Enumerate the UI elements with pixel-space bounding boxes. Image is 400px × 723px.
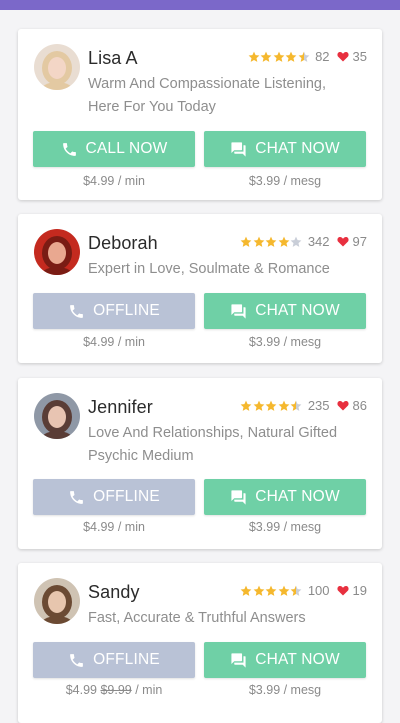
old-call-price: $9.99 <box>100 683 132 697</box>
offline-button[interactable]: OFFLINE <box>33 293 195 329</box>
call-price: $4.99 / min <box>83 335 145 349</box>
call-price: $4.99 <box>65 683 97 697</box>
chat-price-text: $3.99 / mesg <box>248 683 322 697</box>
tagline-line: Here For You Today <box>88 99 216 115</box>
chat-now-button[interactable]: CHAT NOW <box>204 642 366 678</box>
advisor-stats: 82 35 <box>248 49 367 64</box>
advisor-avatar[interactable] <box>34 229 80 275</box>
call-button-label: OFFLINE <box>93 302 160 319</box>
call-button-label: CALL NOW <box>85 140 168 157</box>
heart-icon <box>336 52 349 62</box>
review-count: 82 <box>315 49 330 64</box>
call-price-text: $4.99 $9.99 / min <box>33 683 195 697</box>
call-button-label: OFFLINE <box>93 488 160 505</box>
call-price-text: $4.99 / min <box>33 174 195 188</box>
phone-icon <box>68 489 93 506</box>
advisor-tagline: Love And Relationships, Natural Gifted P… <box>88 422 358 468</box>
likes-count: 19 <box>352 583 367 598</box>
advisor-tagline: Warm And Compassionate Listening, Here F… <box>88 73 358 119</box>
phone-icon <box>68 652 93 669</box>
chat-price-text: $3.99 / mesg <box>248 520 322 534</box>
tagline-line: Love And Relationships, Natural Gifted <box>88 425 338 441</box>
advisor-card[interactable]: Lisa A 82 35 Warm And Compassionate List… <box>18 29 382 200</box>
advisor-card[interactable]: Jennifer 235 86 Love And Relationships, … <box>18 378 382 549</box>
chat-button-label: CHAT NOW <box>255 651 340 668</box>
chat-icon <box>230 652 255 669</box>
chat-icon <box>230 303 255 320</box>
call-price-text: $4.99 / min <box>33 335 195 349</box>
heart-icon <box>336 401 349 411</box>
rating-stars-icon <box>248 51 311 63</box>
advisor-name[interactable]: Lisa A <box>88 48 138 69</box>
call-price-text: $4.99 / min <box>33 520 195 534</box>
chat-price-text: $3.99 / mesg <box>248 335 322 349</box>
advisor-card[interactable]: Deborah 342 97 Expert in Love, Soulmate … <box>18 214 382 363</box>
chat-now-button[interactable]: CHAT NOW <box>204 293 366 329</box>
phone-icon <box>68 303 93 320</box>
heart-icon <box>336 237 349 247</box>
offline-button[interactable]: OFFLINE <box>33 642 195 678</box>
advisor-avatar[interactable] <box>34 578 80 624</box>
chat-icon <box>230 489 255 506</box>
tagline-line: Fast, Accurate & Truthful Answers <box>88 610 306 626</box>
rating-stars-icon <box>240 585 303 597</box>
heart-icon <box>336 586 349 596</box>
tagline-line: Psychic Medium <box>88 448 194 464</box>
call-price: $4.99 / min <box>83 520 145 534</box>
likes-count: 86 <box>352 398 367 413</box>
offline-button[interactable]: OFFLINE <box>33 479 195 515</box>
advisor-name[interactable]: Sandy <box>88 582 140 603</box>
chat-icon <box>230 141 255 158</box>
advisor-avatar[interactable] <box>34 393 80 439</box>
tagline-line: Warm And Compassionate Listening, <box>88 76 327 92</box>
likes-count: 97 <box>352 234 367 249</box>
advisor-stats: 235 86 <box>240 398 367 413</box>
rating-stars-icon <box>240 400 303 412</box>
review-count: 235 <box>307 398 330 413</box>
likes-count: 35 <box>352 49 367 64</box>
chat-now-button[interactable]: CHAT NOW <box>204 479 366 515</box>
top-app-bar <box>0 0 400 10</box>
advisor-tagline: Expert in Love, Soulmate & Romance <box>88 258 358 281</box>
review-count: 100 <box>307 583 330 598</box>
review-count: 342 <box>307 234 330 249</box>
advisor-name[interactable]: Jennifer <box>88 397 153 418</box>
call-price-unit: / min <box>135 683 163 697</box>
advisor-card[interactable]: Sandy 100 19 Fast, Accurate & Truthful A… <box>18 563 382 723</box>
call-button-label: OFFLINE <box>93 651 160 668</box>
tagline-line: Expert in Love, Soulmate & Romance <box>88 261 330 277</box>
advisor-stats: 100 19 <box>240 583 367 598</box>
advisor-stats: 342 97 <box>240 234 367 249</box>
call-price: $4.99 / min <box>83 174 145 188</box>
phone-icon <box>61 141 86 158</box>
advisor-name[interactable]: Deborah <box>88 233 158 254</box>
advisor-tagline: Fast, Accurate & Truthful Answers <box>88 607 358 630</box>
chat-button-label: CHAT NOW <box>255 140 340 157</box>
chat-now-button[interactable]: CHAT NOW <box>204 131 366 167</box>
chat-price-text: $3.99 / mesg <box>248 174 322 188</box>
advisor-avatar[interactable] <box>34 44 80 90</box>
chat-button-label: CHAT NOW <box>255 302 340 319</box>
rating-stars-icon <box>240 236 303 248</box>
chat-button-label: CHAT NOW <box>255 488 340 505</box>
call-now-button[interactable]: CALL NOW <box>33 131 195 167</box>
